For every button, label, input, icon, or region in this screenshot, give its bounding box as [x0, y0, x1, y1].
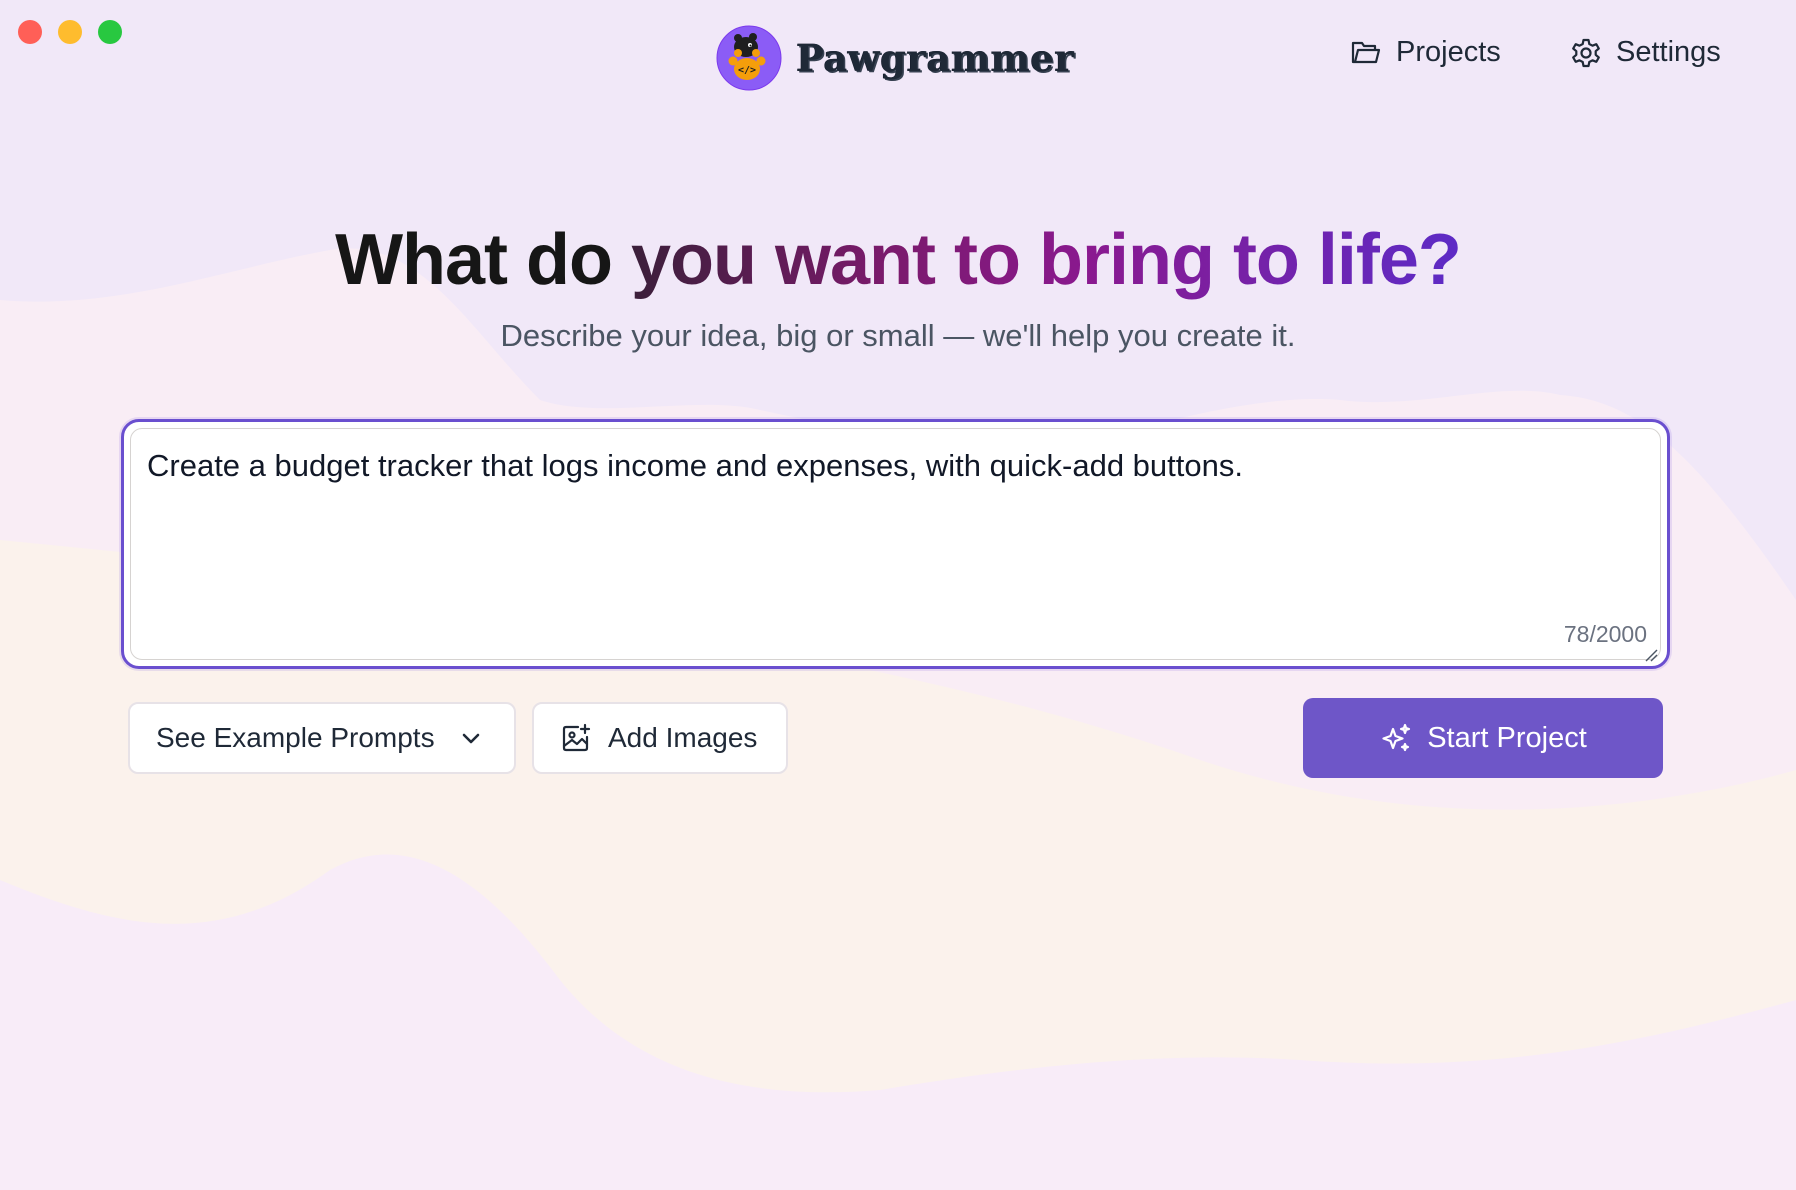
nav-settings[interactable]: Settings	[1570, 36, 1721, 69]
nav-projects-label: Projects	[1396, 36, 1501, 68]
resize-handle-icon[interactable]	[1644, 648, 1658, 662]
page-subtitle: Describe your idea, big or small — we'll…	[500, 318, 1296, 353]
prompt-input[interactable]: Create a budget tracker that logs income…	[147, 448, 1627, 598]
image-plus-icon	[562, 723, 591, 752]
app-window: </> Pawgrammer Projects Settings What do…	[0, 0, 1796, 1190]
gear-icon	[1572, 38, 1600, 67]
headline-plain: What do	[335, 220, 631, 300]
start-project-label: Start Project	[1427, 721, 1587, 754]
paw-code-logo-icon: </>	[716, 25, 782, 91]
start-project-button[interactable]: Start Project	[1303, 698, 1663, 778]
nav-settings-label: Settings	[1616, 36, 1721, 68]
add-images-button[interactable]: Add Images	[532, 702, 788, 774]
minimize-window-button[interactable]	[58, 20, 82, 44]
character-counter: 78/2000	[1563, 621, 1647, 647]
page-title: What do you want to bring to life?	[0, 218, 1796, 302]
chevron-down-icon	[462, 733, 479, 744]
svg-text:</>: </>	[738, 65, 756, 76]
example-prompts-dropdown[interactable]: See Example Prompts	[128, 702, 516, 774]
headline-highlight: you want to bring to life?	[631, 220, 1462, 300]
window-controls	[18, 20, 122, 44]
add-images-label: Add Images	[608, 722, 758, 753]
app-name: Pawgrammer	[796, 36, 1075, 80]
folder-icon	[1351, 41, 1381, 63]
zoom-window-button[interactable]	[98, 20, 122, 44]
nav-projects[interactable]: Projects	[1350, 36, 1501, 69]
close-window-button[interactable]	[18, 20, 42, 44]
sparkles-icon	[1382, 723, 1411, 752]
example-prompts-label: See Example Prompts	[156, 722, 435, 753]
brand[interactable]: </> Pawgrammer	[716, 25, 1074, 91]
